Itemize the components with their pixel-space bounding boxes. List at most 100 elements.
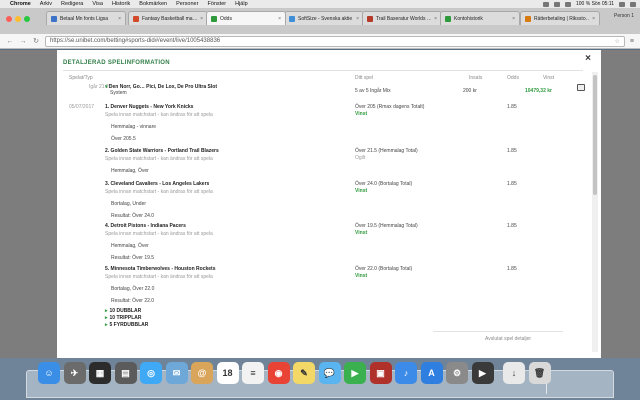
tab-close-icon[interactable]: ×: [512, 16, 515, 22]
menu-arkiv[interactable]: Arkiv: [40, 1, 52, 7]
window-controls: [6, 16, 30, 22]
menu-fonster[interactable]: Fönster: [207, 1, 226, 7]
event-description: Spela innan matchstart - kan ändras för …: [105, 112, 213, 118]
finder-icon[interactable]: ☺: [38, 362, 60, 384]
event-title[interactable]: 1. Denver Nuggets - New York Knicks: [105, 104, 193, 110]
spotlight-icon[interactable]: [619, 1, 625, 7]
footer-text: Avslutat spel detaljer: [485, 336, 532, 342]
app-store-blue-icon[interactable]: A: [420, 362, 443, 384]
event-odds: 1.85: [507, 104, 517, 110]
profile-button[interactable]: Person 1: [614, 13, 634, 19]
tab-close-icon[interactable]: ×: [356, 16, 359, 22]
event-market: Hemmalag, Över: [111, 168, 149, 174]
expander-1[interactable]: ▸ 10 DUBBLAR: [105, 308, 141, 314]
app-store-icon[interactable]: ▤: [114, 362, 137, 384]
tab-title: Odds: [220, 15, 232, 22]
event-title[interactable]: 2. Golden State Warriors - Portland Trai…: [105, 148, 219, 154]
facetime-icon[interactable]: ▶: [344, 362, 366, 384]
tab-close-icon[interactable]: ×: [592, 16, 595, 22]
event-title[interactable]: 4. Detroit Pistons - Indiana Pacers: [105, 223, 186, 229]
tab-favicon-icon: [211, 15, 217, 22]
mail-icon[interactable]: ✉: [165, 362, 188, 384]
chrome-icon[interactable]: ◉: [267, 362, 290, 384]
tab-close-icon[interactable]: ×: [200, 16, 203, 22]
battery-clock-status: 100 % Sön 05:11: [576, 1, 614, 7]
event-result: Vinst: [355, 188, 368, 194]
reload-icon[interactable]: ↻: [32, 37, 40, 45]
summary-stake: 200 kr: [463, 88, 477, 94]
zoom-window-icon[interactable]: [24, 16, 30, 22]
notification-center-icon[interactable]: [630, 1, 636, 7]
event-line: Resultat: Över 24.0: [111, 213, 155, 219]
photo-booth-icon[interactable]: ▣: [369, 362, 392, 384]
tab-7[interactable]: Rätterbetaling | Rikssto… ×: [520, 11, 600, 25]
tab-close-icon[interactable]: ×: [278, 16, 281, 22]
event-odds: 1.85: [507, 223, 517, 229]
menu-hjalp[interactable]: Hjälp: [235, 1, 248, 7]
tab-5[interactable]: Trail Baseratur Worlds … ×: [362, 11, 442, 25]
downloads-icon[interactable]: ↓: [503, 362, 525, 384]
print-icon[interactable]: [577, 84, 585, 91]
scrollbar-thumb[interactable]: [593, 75, 597, 195]
back-icon[interactable]: ←: [6, 38, 14, 45]
minimize-window-icon[interactable]: [15, 16, 21, 22]
mission-control-icon[interactable]: ▦: [89, 362, 111, 384]
menu-historik[interactable]: Historik: [112, 1, 130, 7]
launchpad-icon[interactable]: ✈: [63, 362, 86, 384]
event-description: Spela innan matchstart - kan ändras för …: [105, 231, 213, 237]
menu-visa[interactable]: Visa: [92, 1, 103, 7]
event-odds: 1.85: [507, 266, 517, 272]
tab-6[interactable]: Kontohistorik ×: [440, 11, 520, 25]
bookmark-star-icon[interactable]: ☆: [615, 38, 620, 45]
trash-icon[interactable]: 🗑: [528, 362, 551, 384]
tab-3[interactable]: Odds ×: [206, 11, 286, 25]
expander-2[interactable]: ▸ 10 TRIPPLAR: [105, 315, 141, 321]
tab-1[interactable]: Betaal Mn fonts Ligsa ×: [46, 11, 126, 25]
close-icon[interactable]: ×: [585, 53, 591, 64]
menu-personer[interactable]: Personer: [176, 1, 198, 7]
browser-toolbar: ← → ↻ https://se.unibet.com/betting#spor…: [0, 34, 640, 49]
event-line: Resultat: Över 22.0: [111, 298, 155, 304]
forward-icon[interactable]: →: [19, 38, 27, 45]
volume-icon[interactable]: [565, 1, 571, 7]
dropbox-icon[interactable]: [543, 1, 549, 7]
tab-favicon-icon: [445, 15, 451, 22]
event-title[interactable]: 3. Cleveland Cavaliers - Los Angeles Lak…: [105, 181, 209, 187]
tab-4[interactable]: SoftSize - Svenska aktie… ×: [284, 11, 364, 25]
contacts-icon[interactable]: @: [191, 362, 213, 384]
notes-icon[interactable]: ✎: [293, 362, 315, 384]
event-description: Spela innan matchstart - kan ändras för …: [105, 274, 213, 280]
itunes-icon[interactable]: ♪: [395, 362, 417, 384]
header-return: Vinst: [543, 75, 555, 81]
event-result: Vinst: [355, 111, 368, 117]
messages-icon[interactable]: 💬: [318, 362, 341, 384]
tab-close-icon[interactable]: ×: [434, 16, 437, 22]
tab-title: Trail Baseratur Worlds …: [376, 15, 432, 22]
tab-close-icon[interactable]: ×: [118, 16, 121, 22]
menu-bokmarken[interactable]: Bokmärken: [139, 1, 167, 7]
wifi-icon[interactable]: [554, 1, 560, 7]
tab-2[interactable]: Fantasy Basketball ma… ×: [128, 11, 208, 25]
header-bet: Ditt spel: [355, 75, 374, 81]
header-date: Spelat/Typ: [69, 75, 93, 81]
calendar-icon[interactable]: 18: [216, 362, 239, 384]
event-result: Ogilt: [355, 155, 366, 161]
event-title[interactable]: 5. Minnesota Timberwolves - Houston Rock…: [105, 266, 216, 272]
system-preferences-icon[interactable]: ⚙: [446, 362, 468, 384]
tab-favicon-icon: [133, 15, 139, 22]
chrome-menu-icon[interactable]: ≡: [630, 38, 634, 45]
safari-icon[interactable]: ◎: [140, 362, 162, 384]
expand-arrow-icon: ▸: [105, 308, 108, 314]
bet-date: 05/07/2017: [69, 104, 95, 110]
menu-app[interactable]: Chrome: [10, 1, 31, 7]
menu-redigera[interactable]: Redigera: [61, 1, 83, 7]
url-text: https://se.unibet.com/betting#sports-did…: [50, 38, 221, 44]
address-bar[interactable]: https://se.unibet.com/betting#sports-did…: [45, 35, 625, 47]
close-window-icon[interactable]: [6, 16, 12, 22]
bettingapp-icon[interactable]: ▶: [471, 362, 494, 384]
expander-3[interactable]: ▸ 5 FYRDUBBLAR: [105, 322, 148, 328]
reminders-icon[interactable]: ≡: [242, 362, 264, 384]
expand-arrow-icon: ▸: [105, 322, 108, 328]
event-bet: Över 19.5 (Hemmalag Total): [355, 223, 418, 229]
page-overlay: DETALJERAD SPELINFORMATION × Spelat/Typ …: [0, 50, 640, 358]
